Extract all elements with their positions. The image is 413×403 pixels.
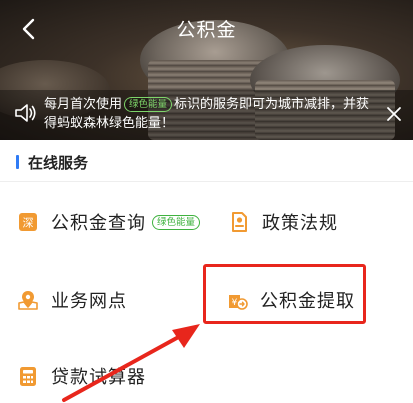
page-title: 公积金 — [176, 19, 237, 41]
notice-text-before: 每月首次使用 — [44, 97, 123, 112]
service-label: 公积金提取 — [260, 291, 355, 312]
green-energy-badge: 绿色能量 — [152, 214, 201, 230]
map-location-icon — [18, 291, 38, 310]
policy-document-icon — [232, 212, 247, 232]
header-banner: 公积金 每月首次使用 绿色能量 标识的服务即可为城市减排，并获得蚂蚁森林绿色能量！ — [0, 0, 413, 140]
service-label: 业务网点 — [51, 291, 127, 312]
service-loan-calculator[interactable]: 贷款试算器 — [17, 358, 146, 394]
green-energy-badge: 绿色能量 — [124, 97, 173, 112]
withdraw-icon: ¥ — [229, 295, 248, 310]
divider — [0, 181, 413, 182]
service-label: 政策法规 — [262, 213, 338, 234]
section-title: 在线服务 — [28, 154, 89, 172]
notice-text: 每月首次使用 绿色能量 标识的服务即可为城市减排，并获得蚂蚁森林绿色能量！ — [44, 95, 374, 133]
top-bar: 公积金 — [0, 0, 413, 56]
service-branches[interactable]: 业务网点 — [17, 282, 127, 318]
service-policy[interactable]: 政策法规 — [228, 204, 338, 240]
green-energy-notice: 每月首次使用 绿色能量 标识的服务即可为城市减排，并获得蚂蚁森林绿色能量！ — [0, 90, 413, 140]
service-deposit-query[interactable]: 深 公积金查询 绿色能量 — [17, 204, 202, 240]
deposit-query-icon: 深 — [19, 213, 37, 231]
speaker-icon — [15, 104, 36, 122]
section-accent-bar — [16, 155, 19, 169]
service-withdraw[interactable]: ¥ 公积金提取 — [226, 282, 355, 318]
calculator-icon — [20, 367, 36, 386]
service-label: 贷款试算器 — [51, 367, 146, 388]
section-header: 在线服务 — [0, 140, 413, 182]
service-label: 公积金查询 — [51, 213, 146, 234]
svg-text:深: 深 — [23, 217, 34, 230]
close-icon[interactable] — [385, 105, 403, 123]
